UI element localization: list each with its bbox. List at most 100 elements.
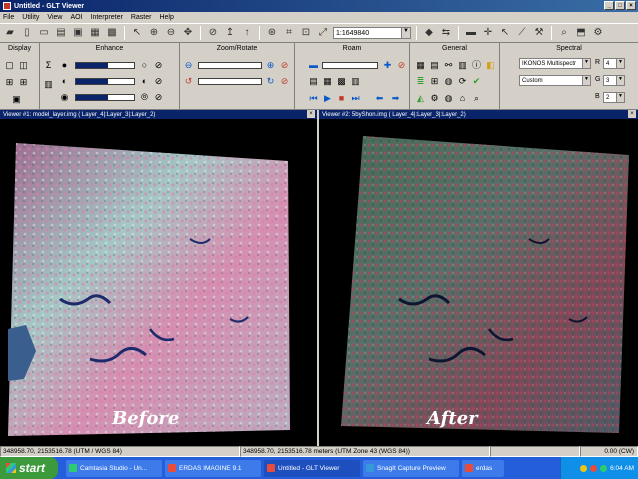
close-icon[interactable]: × (307, 110, 315, 118)
plus-icon[interactable]: ✚ (382, 60, 393, 71)
skip-forward-icon[interactable]: ⏭ (350, 93, 361, 104)
half-circle-icon[interactable]: ◐ (139, 76, 150, 87)
task-snagit[interactable]: SnagIt Capture Preview (363, 459, 459, 477)
chevron-down-icon[interactable]: ▼ (616, 76, 624, 85)
maximize-button[interactable]: □ (615, 1, 625, 10)
document-icon[interactable]: ▤ (54, 26, 68, 40)
image-icon[interactable]: ▩ (105, 26, 119, 40)
open-file-icon[interactable]: ▯ (20, 26, 34, 40)
reset-icon[interactable]: ⊘ (279, 60, 290, 71)
stack-icon[interactable]: ≣ (415, 76, 426, 87)
close-button[interactable]: × (626, 1, 636, 10)
pointer-icon[interactable]: ↖ (130, 26, 144, 40)
arrow-icon[interactable]: ↖ (498, 26, 512, 40)
task-erdas-imagine[interactable]: ERDAS IMAGINE 9.1 (165, 459, 261, 477)
layers-icon[interactable]: ▦ (415, 60, 426, 71)
reset-icon[interactable]: ⊘ (396, 60, 407, 71)
table-icon[interactable]: ▤ (429, 60, 440, 71)
menu-help[interactable]: Help (159, 14, 173, 21)
hammer-icon[interactable]: ⚒ (532, 26, 546, 40)
tray-icon[interactable] (600, 464, 608, 472)
roam-map-icon[interactable]: ▩ (336, 76, 347, 87)
viewer-1[interactable]: Viewer #1: model_layer.img ( Layer_4|:La… (0, 110, 317, 446)
tray-icon[interactable] (580, 464, 588, 472)
histogram-icon[interactable]: ▥ (43, 79, 54, 90)
menu-interpreter[interactable]: Interpreter (91, 14, 123, 21)
chevron-down-icon[interactable]: ▼ (401, 28, 410, 38)
preset-select[interactable]: Custom ▼ (519, 75, 591, 86)
sharpen-slider[interactable] (75, 94, 135, 101)
navigate-icon[interactable]: ◆ (422, 26, 436, 40)
viewer-1-canvas[interactable]: Before (0, 119, 317, 446)
print-icon[interactable]: ▦ (88, 26, 102, 40)
open-folder-icon[interactable]: ▰ (3, 26, 17, 40)
sync-icon[interactable]: ⟳ (457, 76, 468, 87)
house-icon[interactable]: ⌂ (457, 93, 468, 104)
chevron-down-icon[interactable]: ▼ (582, 76, 590, 85)
reset-icon[interactable]: ⊘ (153, 76, 164, 87)
new-file-icon[interactable]: ▭ (37, 26, 51, 40)
zoom-out-icon[interactable]: ⊖ (164, 26, 178, 40)
north-arrow-2-icon[interactable]: ↑ (240, 26, 254, 40)
reset-icon[interactable]: ⊘ (153, 60, 164, 71)
single-view-icon[interactable]: ▢ (4, 60, 15, 71)
rotate-slider[interactable] (198, 78, 262, 85)
blue-band-select[interactable]: 2 ▼ (603, 92, 625, 103)
contrast-slider[interactable] (75, 78, 135, 85)
mask-icon[interactable]: ⬒ (574, 26, 588, 40)
chart-icon[interactable]: ▥ (457, 60, 468, 71)
sensor-select[interactable]: IKONOS Multispectr ▼ (519, 58, 591, 69)
skip-back-icon[interactable]: ⏮ (308, 93, 319, 104)
grid-icon[interactable]: ⌗ (282, 26, 296, 40)
window-title-bar[interactable]: Untitled - GLT Viewer _ □ × (0, 0, 638, 12)
search-icon[interactable]: ⌕ (557, 26, 571, 40)
arrow-left-icon[interactable]: ⬅ (374, 93, 385, 104)
overview-icon[interactable]: ▣ (11, 94, 22, 105)
tray-icon[interactable] (590, 464, 598, 472)
roam-box-icon[interactable]: ▤ (308, 76, 319, 87)
viewer-2-canvas[interactable]: After (319, 119, 638, 446)
split-view-icon[interactable]: ◫ (18, 60, 29, 71)
reset-icon[interactable]: ⊘ (279, 76, 290, 87)
zoom-in-icon[interactable]: ⊕ (265, 60, 276, 71)
viewer-2[interactable]: Viewer #2: 5byShon.img ( Layer_4|:Layer_… (319, 110, 638, 446)
layer-icon[interactable]: ◧ (485, 60, 496, 71)
disable-icon[interactable]: ⊘ (206, 26, 220, 40)
scale-select[interactable]: 1:1649840 ▼ (333, 27, 411, 39)
reset-icon[interactable]: ⊘ (153, 92, 164, 103)
menu-file[interactable]: File (3, 14, 14, 21)
chevron-down-icon[interactable]: ▼ (616, 59, 624, 68)
task-glt-viewer[interactable]: Untitled - GLT Viewer (264, 459, 360, 477)
stop-icon[interactable]: ■ (336, 93, 347, 104)
close-icon[interactable]: × (628, 110, 636, 118)
globe-2-icon[interactable]: ◍ (443, 93, 454, 104)
grid-view-icon[interactable]: ⊞ (18, 77, 29, 88)
chevron-down-icon[interactable]: ▼ (582, 59, 590, 68)
tool-icon[interactable]: ⚙ (591, 26, 605, 40)
minus-icon[interactable]: ▬ (464, 26, 478, 40)
swap-icon[interactable]: ⇆ (439, 26, 453, 40)
play-icon[interactable]: ▶ (322, 93, 333, 104)
globe-icon[interactable]: ◍ (443, 76, 454, 87)
viewer-1-title-bar[interactable]: Viewer #1: model_layer.img ( Layer_4|:La… (0, 110, 317, 119)
info-icon[interactable]: ⓘ (471, 60, 482, 71)
arrow-right-icon[interactable]: ➡ (390, 93, 401, 104)
expand-icon[interactable]: ⤢ (316, 26, 330, 40)
menu-utility[interactable]: Utility (22, 14, 39, 21)
grid-icon[interactable]: ⊞ (429, 76, 440, 87)
red-band-select[interactable]: 4 ▼ (603, 58, 625, 69)
menu-raster[interactable]: Raster (131, 14, 152, 21)
task-camtasia[interactable]: Camtasia Studio - Un... (66, 459, 162, 477)
roam-speed-slider[interactable] (322, 62, 378, 69)
minimize-button[interactable]: _ (604, 1, 614, 10)
green-band-select[interactable]: 3 ▼ (603, 75, 625, 86)
zoom-in-icon[interactable]: ⊕ (147, 26, 161, 40)
start-button[interactable]: start (0, 457, 58, 479)
tool-icon[interactable]: ⚙ (429, 93, 440, 104)
save-icon[interactable]: ▣ (71, 26, 85, 40)
crosshair-icon[interactable]: ✛ (481, 26, 495, 40)
pan-icon[interactable]: ✥ (181, 26, 195, 40)
rotate-left-icon[interactable]: ↺ (183, 76, 194, 87)
terrain-icon[interactable]: ◭ (415, 93, 426, 104)
link-icon[interactable]: ⊛ (265, 26, 279, 40)
